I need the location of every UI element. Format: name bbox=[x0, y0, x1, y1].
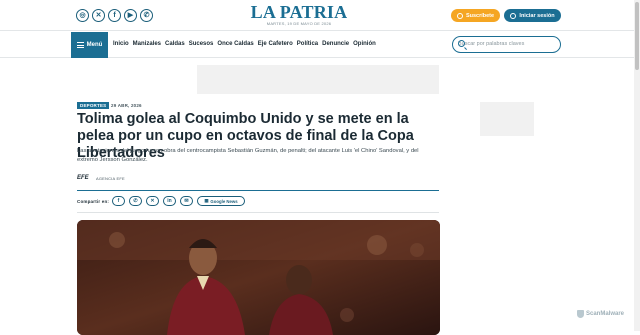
subscribe-button[interactable]: Suscríbete bbox=[451, 9, 500, 22]
nav-link-eje-cafetero[interactable]: Eje Cafetero bbox=[258, 41, 293, 47]
login-label: Iniciar sesión bbox=[519, 12, 555, 19]
nav-link-once-caldas[interactable]: Once Caldas bbox=[217, 41, 253, 47]
divider bbox=[77, 212, 439, 213]
search-placeholder: Buscar por palabras claves bbox=[458, 41, 525, 47]
subscribe-icon bbox=[456, 12, 463, 19]
google-news-label: Google News bbox=[210, 198, 238, 204]
share-email-icon[interactable]: ✉ bbox=[180, 196, 193, 206]
share-facebook-icon[interactable]: f bbox=[112, 196, 125, 206]
google-news-icon: ▦ bbox=[204, 198, 209, 203]
photo-illustration bbox=[77, 220, 440, 335]
ad-banner-top bbox=[197, 65, 439, 94]
google-news-button[interactable]: ▦ Google News bbox=[197, 196, 245, 206]
top-bar: ◎ ✕ f ▶ ✆ LA PATRIA MARTES, 19 DE MAYO D… bbox=[0, 0, 640, 31]
instagram-icon[interactable]: ◎ bbox=[76, 9, 89, 22]
nav-link-caldas[interactable]: Caldas bbox=[165, 41, 185, 47]
search-input[interactable]: Buscar por palabras claves bbox=[452, 36, 561, 53]
menu-label: Menú bbox=[86, 42, 103, 48]
divider bbox=[77, 190, 439, 191]
social-links: ◎ ✕ f ▶ ✆ bbox=[76, 9, 153, 22]
site-logo[interactable]: LA PATRIA bbox=[250, 3, 348, 21]
category-badge[interactable]: DEPORTES bbox=[77, 102, 110, 109]
scrollbar-thumb[interactable] bbox=[635, 2, 639, 70]
login-button[interactable]: Iniciar sesión bbox=[504, 9, 561, 22]
nav-link-opinion[interactable]: Opinión bbox=[353, 41, 376, 47]
share-linkedin-icon[interactable]: in bbox=[163, 196, 176, 206]
nav-links: Inicio Manizales Caldas Sucesos Once Cal… bbox=[113, 41, 376, 47]
scrollbar[interactable] bbox=[634, 0, 640, 331]
current-date: MARTES, 19 DE MAYO DE 2026 bbox=[266, 21, 332, 26]
whatsapp-icon[interactable]: ✆ bbox=[140, 9, 153, 22]
share-whatsapp-icon[interactable]: ✆ bbox=[129, 196, 142, 206]
scanmalware-badge: ScanMalware bbox=[577, 310, 624, 318]
nav-link-inicio[interactable]: Inicio bbox=[113, 41, 129, 47]
efe-logo: EFE bbox=[77, 175, 89, 181]
agency-name: AGENCIA EFE bbox=[96, 176, 125, 181]
x-icon[interactable]: ✕ bbox=[92, 9, 105, 22]
badge-label: ScanMalware bbox=[586, 311, 625, 317]
share-label: Compartir en: bbox=[77, 199, 110, 204]
search-icon[interactable] bbox=[458, 40, 465, 47]
nav-link-sucesos[interactable]: Sucesos bbox=[189, 41, 214, 47]
hamburger-icon bbox=[76, 42, 84, 48]
shield-icon bbox=[577, 310, 584, 318]
menu-button[interactable]: Menú bbox=[71, 32, 108, 58]
nav-link-manizales[interactable]: Manizales bbox=[133, 41, 161, 47]
ad-banner-side bbox=[480, 102, 534, 136]
facebook-icon[interactable]: f bbox=[108, 9, 121, 22]
nav-link-politica[interactable]: Política bbox=[297, 41, 318, 47]
article-date: 29 ABR, 2026 bbox=[111, 103, 142, 108]
youtube-icon[interactable]: ▶ bbox=[124, 9, 137, 22]
user-icon bbox=[510, 12, 517, 19]
share-x-icon[interactable]: ✕ bbox=[146, 196, 159, 206]
nav-link-denuncie[interactable]: Denuncie bbox=[322, 41, 349, 47]
subscribe-label: Suscríbete bbox=[465, 12, 495, 19]
share-buttons: f ✆ ✕ in ✉ ▦ Google News bbox=[112, 196, 245, 206]
article-lead: Las anotaciones del juego fueron obra de… bbox=[77, 148, 419, 163]
article-photo[interactable] bbox=[77, 220, 440, 335]
